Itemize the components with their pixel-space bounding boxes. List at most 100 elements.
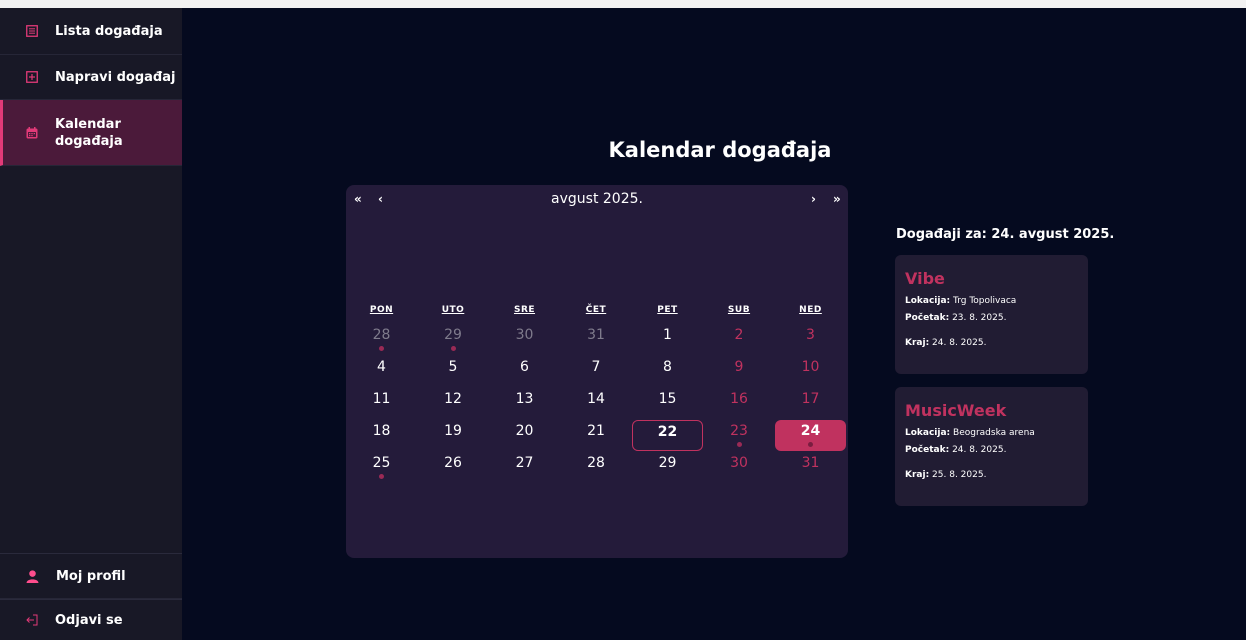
calendar-day[interactable]: 8 [632, 356, 703, 387]
calendar-day[interactable]: 2 [704, 324, 775, 355]
weekday-label: UTO [441, 305, 465, 315]
events-heading: Događaji za: 24. avgust 2025. [896, 227, 1115, 242]
event-dot [379, 474, 384, 479]
day-number: 20 [515, 423, 534, 439]
day-number: 23 [730, 423, 748, 439]
calendar-day[interactable]: 13 [489, 388, 560, 419]
calendar-day[interactable]: 31 [561, 324, 632, 355]
calendar-day[interactable]: 24 [775, 420, 846, 451]
divider [0, 599, 182, 600]
event-name: Vibe [905, 269, 945, 288]
event-name: MusicWeek [905, 401, 1007, 420]
calendar-day[interactable]: 18 [346, 420, 417, 451]
event-dot [808, 442, 813, 447]
user-icon [26, 569, 39, 583]
day-number: 19 [444, 423, 462, 439]
page-title: Kalendar događaja [608, 138, 832, 162]
sidebar-item-label: Lista događaja [55, 23, 163, 39]
calendar-day[interactable]: 31 [775, 452, 846, 483]
day-number: 27 [515, 455, 534, 471]
calendar-day[interactable]: 6 [489, 356, 560, 387]
weekday-label: SRE [513, 305, 536, 315]
calendar-day[interactable]: 21 [561, 420, 632, 451]
calendar-day[interactable]: 30 [489, 324, 560, 355]
sidebar-item-profile[interactable]: Moj profil [0, 554, 182, 599]
day-number: 11 [372, 391, 391, 407]
sidebar-item-logout[interactable]: Odjavi se [0, 600, 182, 640]
sidebar: Lista događaja Napravi događaj Kalendar … [0, 8, 182, 640]
event-dot [379, 346, 384, 351]
weekday-label: SUB [727, 305, 751, 315]
day-number: 29 [658, 455, 677, 471]
calendar-day[interactable]: 15 [632, 388, 703, 419]
calendar-day[interactable]: 25 [346, 452, 417, 483]
day-number: 31 [801, 455, 820, 471]
day-number: 31 [587, 327, 605, 343]
calendar-day[interactable]: 30 [704, 452, 775, 483]
add-square-icon [26, 71, 38, 83]
calendar-day[interactable]: 29 [418, 324, 489, 355]
calendar: « ‹ avgust 2025. › » PON UTO SRE ČET PET SUB N… [346, 185, 848, 558]
day-number: 10 [801, 359, 820, 375]
day-number: 1 [663, 327, 672, 343]
calendar-day[interactable]: 10 [775, 356, 846, 387]
next-month-button[interactable]: › [811, 192, 816, 206]
day-number: 28 [372, 327, 391, 343]
sidebar-item-calendar[interactable]: Kalendar događaja [0, 100, 182, 166]
weekday-label: NED [799, 305, 822, 315]
calendar-day[interactable]: 11 [346, 388, 417, 419]
day-number: 17 [801, 391, 820, 407]
day-number: 8 [663, 359, 672, 375]
sidebar-item-label: Kalendar događaja [55, 116, 123, 149]
event-dot [736, 442, 742, 447]
day-number: 7 [591, 359, 601, 375]
event-location: Lokacija: Trg Topolivaca [905, 296, 1017, 306]
event-card[interactable]: Vibe Lokacija: Trg Topolivaca Početak: 2… [895, 255, 1088, 374]
calendar-day[interactable]: 27 [489, 452, 560, 483]
calendar-day[interactable]: 12 [418, 388, 489, 419]
event-card[interactable]: MusicWeek Lokacija: Beogradska arena Poč… [895, 387, 1088, 506]
day-number: 29 [444, 327, 462, 343]
day-number: 22 [657, 424, 678, 440]
calendar-day[interactable]: 3 [775, 324, 846, 355]
event-dot [450, 346, 456, 351]
calendar-day[interactable]: 28 [561, 452, 632, 483]
day-number: 21 [587, 423, 605, 439]
day-number: 13 [515, 391, 534, 407]
sidebar-item-label: Moj profil [56, 568, 126, 584]
day-number: 24 [800, 423, 821, 439]
sidebar-item-create-event[interactable]: Napravi događaj [0, 55, 182, 100]
day-number: 12 [444, 391, 462, 407]
calendar-day[interactable]: 7 [561, 356, 632, 387]
next-year-button[interactable]: » [833, 192, 841, 206]
day-number: 25 [372, 455, 391, 471]
event-end: Kraj: 24. 8. 2025. [905, 338, 987, 348]
weekday-label: PET [657, 305, 678, 315]
calendar-day[interactable]: 20 [489, 420, 560, 451]
list-icon [26, 25, 38, 37]
day-number: 6 [520, 359, 529, 375]
day-number: 4 [377, 359, 386, 375]
month-label-button[interactable]: avgust 2025. [346, 191, 848, 207]
calendar-day[interactable]: 5 [418, 356, 489, 387]
calendar-day[interactable]: 14 [561, 388, 632, 419]
event-end: Kraj: 25. 8. 2025. [905, 470, 987, 480]
day-number: 28 [587, 455, 605, 471]
day-number: 2 [734, 327, 744, 343]
sidebar-item-label: Odjavi se [55, 612, 123, 628]
calendar-day[interactable]: 4 [346, 356, 417, 387]
calendar-day[interactable]: 1 [632, 324, 703, 355]
calendar-day[interactable]: 26 [418, 452, 489, 483]
sidebar-item-event-list[interactable]: Lista događaja [0, 8, 182, 55]
calendar-day[interactable]: 29 [632, 452, 703, 483]
calendar-day[interactable]: 16 [704, 388, 775, 419]
day-number: 18 [372, 423, 391, 439]
calendar-day[interactable]: 23 [704, 420, 775, 451]
calendar-day[interactable]: 22 [632, 420, 703, 451]
calendar-day[interactable]: 28 [346, 324, 417, 355]
calendar-day[interactable]: 19 [418, 420, 489, 451]
day-number: 9 [734, 359, 744, 375]
calendar-day[interactable]: 17 [775, 388, 846, 419]
calendar-day[interactable]: 9 [704, 356, 775, 387]
event-location: Lokacija: Beogradska arena [905, 428, 1035, 438]
